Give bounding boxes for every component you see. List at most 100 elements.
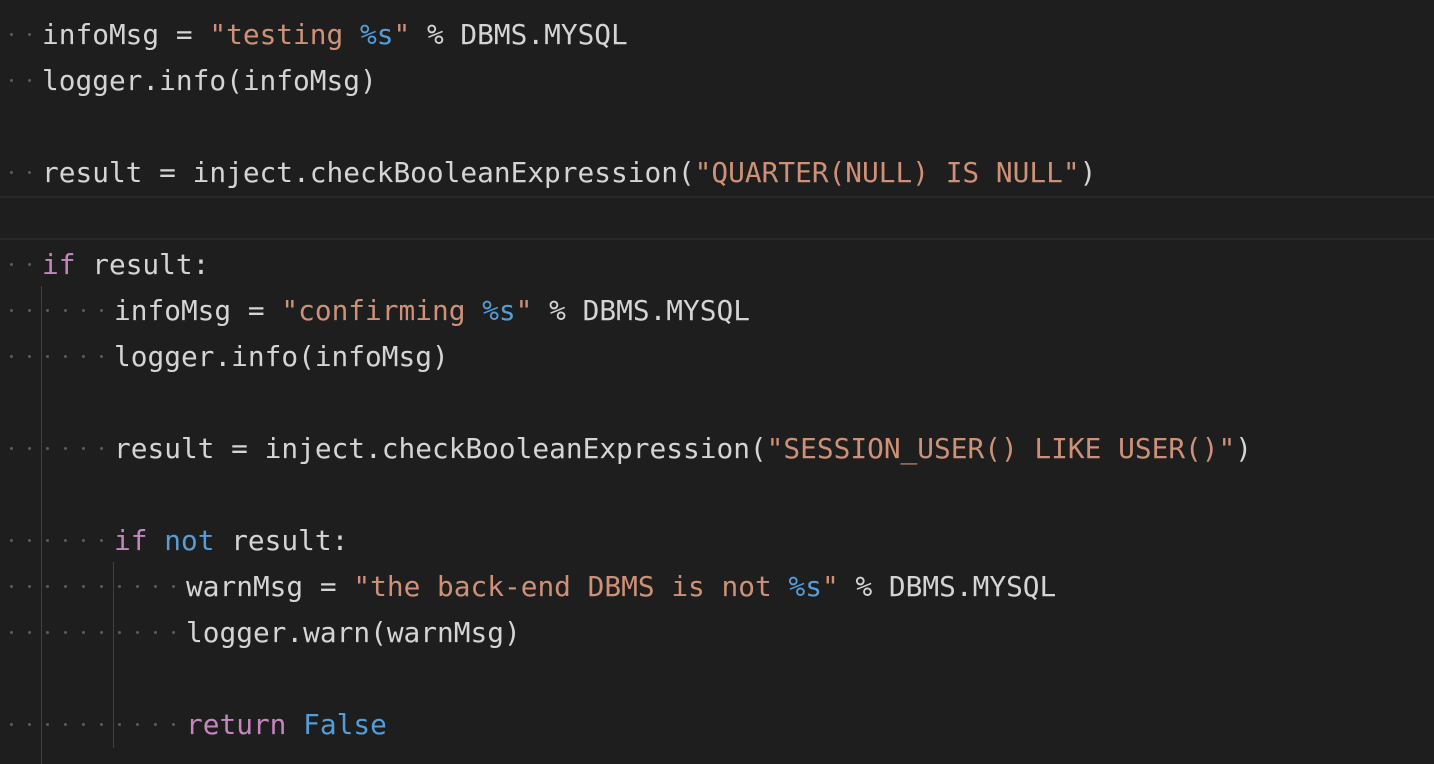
whitespace-dot bbox=[28, 171, 31, 174]
code-line[interactable]: logger.info(infoMsg) bbox=[0, 57, 1434, 103]
whitespace-dot bbox=[10, 355, 13, 358]
leading-whitespace bbox=[0, 425, 114, 471]
whitespace-dot bbox=[64, 309, 67, 312]
code-token: "testing bbox=[209, 17, 360, 51]
code-token: not bbox=[164, 523, 215, 557]
code-line[interactable]: logger.warn(warnMsg) bbox=[0, 609, 1434, 655]
code-token: %s bbox=[359, 17, 394, 51]
whitespace-dot bbox=[64, 631, 67, 634]
whitespace-dot bbox=[82, 309, 85, 312]
leading-whitespace bbox=[0, 563, 186, 609]
whitespace-dot bbox=[28, 585, 31, 588]
code-token: if bbox=[42, 247, 76, 281]
whitespace-dot bbox=[118, 723, 121, 726]
leading-whitespace bbox=[0, 57, 42, 103]
code-token: logger.info(infoMsg) bbox=[42, 63, 377, 97]
whitespace-dot bbox=[64, 539, 67, 542]
code-line[interactable] bbox=[0, 379, 1434, 425]
whitespace-dot bbox=[100, 585, 103, 588]
code-token: " bbox=[393, 17, 411, 51]
code-token: "confirming bbox=[281, 293, 483, 327]
code-token: %s bbox=[482, 293, 516, 327]
code-line[interactable]: logger.info(infoMsg) bbox=[0, 333, 1434, 379]
code-text: logger.info(infoMsg) bbox=[42, 64, 377, 97]
whitespace-dot bbox=[10, 171, 13, 174]
leading-whitespace bbox=[0, 11, 42, 57]
leading-whitespace bbox=[0, 701, 186, 747]
code-token: % DBMS.MYSQL bbox=[410, 17, 628, 51]
code-editor[interactable]: infoMsg = "testing %s " % DBMS.MYSQL logge… bbox=[0, 0, 1434, 764]
code-text: if not result: bbox=[114, 524, 348, 557]
whitespace-dot bbox=[64, 447, 67, 450]
code-text: return False bbox=[186, 708, 387, 741]
whitespace-dot bbox=[28, 539, 31, 542]
whitespace-dot bbox=[136, 585, 139, 588]
whitespace-dot bbox=[100, 355, 103, 358]
whitespace-dot bbox=[28, 631, 31, 634]
code-text: infoMsg = "confirming %s " % DBMS.MYSQL bbox=[114, 294, 750, 327]
code-token: "SESSION_USER() LIKE USER()" bbox=[766, 431, 1236, 465]
code-line[interactable]: infoMsg = "testing %s " % DBMS.MYSQL bbox=[0, 11, 1434, 57]
whitespace-dot bbox=[154, 585, 157, 588]
code-token: result = inject.checkBooleanExpression( bbox=[42, 155, 695, 189]
leading-whitespace bbox=[0, 287, 114, 333]
leading-whitespace bbox=[0, 609, 186, 655]
whitespace-dot bbox=[10, 263, 13, 266]
whitespace-dot bbox=[64, 585, 67, 588]
code-token: result: bbox=[75, 247, 210, 281]
code-token: " bbox=[821, 569, 839, 603]
whitespace-dot bbox=[64, 355, 67, 358]
whitespace-dot bbox=[46, 355, 49, 358]
whitespace-dot bbox=[28, 355, 31, 358]
code-line[interactable]: warnMsg = "the back-end DBMS is not %s " … bbox=[0, 563, 1434, 609]
code-line[interactable]: result = inject.checkBooleanExpression("… bbox=[0, 425, 1434, 471]
whitespace-dot bbox=[28, 447, 31, 450]
code-text: if result: bbox=[42, 248, 209, 281]
leading-whitespace bbox=[0, 149, 42, 195]
code-line[interactable] bbox=[0, 195, 1434, 241]
code-line[interactable] bbox=[0, 655, 1434, 701]
code-token: infoMsg = bbox=[42, 17, 210, 51]
code-text: result = inject.checkBooleanExpression("… bbox=[42, 156, 1096, 189]
code-text: warnMsg = "the back-end DBMS is not %s " … bbox=[186, 570, 1056, 603]
code-line[interactable] bbox=[0, 103, 1434, 149]
whitespace-dot bbox=[154, 631, 157, 634]
whitespace-dot bbox=[118, 631, 121, 634]
code-token: False bbox=[303, 707, 387, 741]
whitespace-dot bbox=[28, 723, 31, 726]
whitespace-dot bbox=[10, 447, 13, 450]
code-line[interactable]: if not result: bbox=[0, 517, 1434, 563]
code-line[interactable] bbox=[0, 471, 1434, 517]
whitespace-dot bbox=[64, 723, 67, 726]
whitespace-dot bbox=[46, 585, 49, 588]
code-text: result = inject.checkBooleanExpression("… bbox=[114, 432, 1252, 465]
code-token: % DBMS.MYSQL bbox=[838, 569, 1057, 603]
whitespace-dot bbox=[28, 263, 31, 266]
whitespace-dot bbox=[10, 723, 13, 726]
whitespace-dot bbox=[136, 723, 139, 726]
whitespace-dot bbox=[82, 585, 85, 588]
code-line[interactable]: result = inject.checkBooleanExpression("… bbox=[0, 149, 1434, 195]
code-token: return bbox=[186, 707, 287, 741]
whitespace-dot bbox=[10, 79, 13, 82]
whitespace-dot bbox=[172, 723, 175, 726]
whitespace-dot bbox=[172, 585, 175, 588]
code-text: logger.warn(warnMsg) bbox=[186, 616, 521, 649]
code-token: "QUARTER(NULL) IS NULL" bbox=[694, 155, 1080, 189]
whitespace-dot bbox=[10, 585, 13, 588]
code-line[interactable]: return False bbox=[0, 701, 1434, 747]
whitespace-dot bbox=[46, 631, 49, 634]
whitespace-dot bbox=[100, 447, 103, 450]
code-token: % DBMS.MYSQL bbox=[532, 293, 750, 327]
leading-whitespace bbox=[0, 517, 114, 563]
code-line[interactable]: if result: bbox=[0, 241, 1434, 287]
whitespace-dot bbox=[82, 631, 85, 634]
code-token: ) bbox=[1079, 155, 1097, 189]
whitespace-dot bbox=[100, 631, 103, 634]
whitespace-dot bbox=[82, 723, 85, 726]
code-token: "the back-end DBMS is not bbox=[353, 569, 789, 603]
code-token: result: bbox=[214, 523, 349, 557]
code-line[interactable]: infoMsg = "confirming %s " % DBMS.MYSQL bbox=[0, 287, 1434, 333]
whitespace-dot bbox=[46, 447, 49, 450]
